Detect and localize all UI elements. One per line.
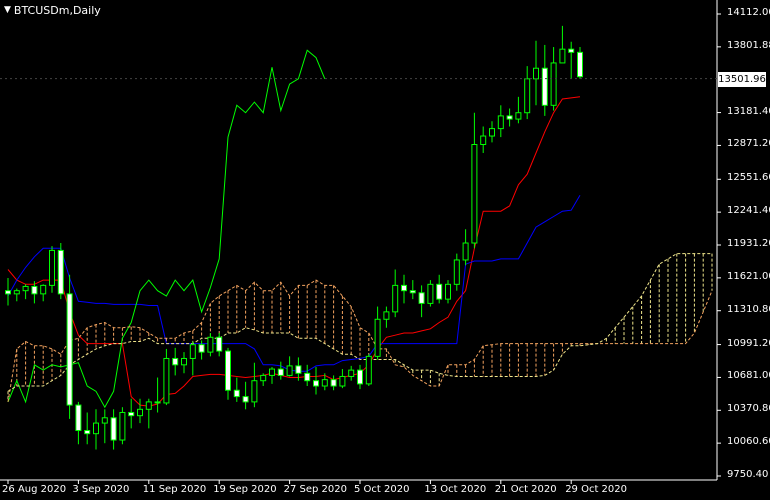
candle-body — [22, 285, 29, 292]
candle-body — [119, 411, 126, 441]
price-tick-label: 13801.88 — [727, 39, 770, 51]
candle-body — [577, 51, 583, 78]
candle-body — [128, 411, 135, 417]
price-chart[interactable] — [0, 0, 770, 500]
candle-body — [568, 48, 575, 53]
candle-body — [75, 404, 82, 431]
time-tick-label: 19 Sep 2020 — [213, 484, 277, 495]
candle-body — [506, 115, 513, 120]
candle-body — [13, 290, 20, 295]
candle-body — [330, 379, 337, 387]
candle-body — [462, 242, 469, 261]
candle-body — [339, 375, 346, 387]
candle-body — [84, 429, 91, 435]
price-tick-label: 10060.60 — [727, 436, 770, 448]
candle-body — [163, 357, 170, 404]
candle-body — [31, 285, 38, 295]
candle-body — [40, 284, 47, 295]
price-tick-label: 12871.20 — [727, 138, 770, 150]
candle-body — [172, 357, 179, 366]
price-tick-label: 10681.00 — [727, 370, 770, 382]
candle-body — [49, 249, 55, 286]
candle-body — [198, 344, 205, 353]
price-tick-label: 10991.20 — [727, 337, 770, 349]
price-tick-label: 11310.80 — [727, 303, 770, 315]
candle-body — [216, 336, 223, 352]
candle-body — [418, 292, 425, 304]
candle-body — [533, 67, 539, 80]
candle-body — [383, 311, 390, 320]
candle-body — [260, 374, 267, 382]
time-tick-label: 27 Sep 2020 — [283, 484, 347, 495]
candle-body — [409, 290, 416, 294]
candle-body — [295, 365, 302, 374]
candle-body — [189, 344, 196, 359]
candle-body — [286, 365, 293, 376]
current-price-tag: 13501.96 — [718, 72, 766, 87]
candle-body — [524, 78, 531, 114]
price-tick-label: 12551.60 — [727, 172, 770, 184]
candle-body — [471, 143, 478, 244]
candle-body — [251, 380, 258, 403]
time-tick-label: 29 Oct 2020 — [565, 484, 628, 495]
candle-body — [445, 283, 451, 300]
time-tick-label: 3 Sep 2020 — [72, 484, 130, 495]
candle-body — [550, 62, 557, 106]
candle-body — [427, 283, 434, 304]
candle-body — [392, 284, 399, 313]
price-tick-label: 11931.20 — [727, 238, 770, 249]
price-tick-label: 11621.00 — [727, 270, 770, 282]
candle-body — [304, 372, 311, 382]
candle-body — [313, 380, 319, 387]
candle-body — [348, 369, 355, 377]
price-tick-label: 13181.40 — [727, 105, 770, 117]
candle-body — [154, 401, 161, 404]
time-tick-label: 26 Aug 2020 — [2, 484, 67, 495]
candle-body — [277, 368, 284, 376]
candle-body — [242, 396, 249, 403]
triangle-down-icon[interactable]: ▼ — [4, 5, 11, 16]
candle-body — [110, 417, 117, 441]
candle-body — [321, 379, 328, 387]
time-tick-label: 21 Oct 2020 — [494, 484, 557, 495]
price-tick-label: 10370.80 — [727, 403, 770, 415]
candle-body — [541, 67, 548, 106]
candle-body — [233, 389, 240, 398]
candle-body — [93, 422, 99, 435]
chart-window[interactable]: { "window": { "title": "BTCUSDm,Daily" }… — [0, 0, 770, 500]
candle-body — [269, 368, 275, 376]
price-tick-label: 14112.00 — [727, 7, 770, 18]
candle-body — [559, 48, 566, 64]
time-tick-label: 13 Oct 2020 — [424, 484, 487, 495]
symbol-label: BTCUSDm,Daily — [13, 4, 101, 17]
candle-body — [515, 112, 522, 120]
candle-body — [181, 357, 187, 366]
candle-body — [101, 417, 108, 424]
candle-body — [436, 283, 443, 300]
price-tick-label: 9750.40 — [727, 469, 769, 480]
candle-body — [145, 401, 152, 410]
candle-body — [365, 355, 372, 385]
candle-body — [357, 369, 363, 385]
candle-body — [137, 408, 143, 417]
candle-body — [480, 135, 487, 145]
candle-body — [489, 128, 495, 137]
time-tick-label: 5 Oct 2020 — [354, 484, 410, 495]
price-tick-label: 12241.40 — [727, 205, 770, 217]
candle-body — [57, 249, 64, 295]
candle-body — [5, 290, 11, 295]
candle-body — [453, 259, 460, 285]
candle-body — [401, 284, 407, 292]
symbol-title[interactable]: ▼ BTCUSDm,Daily — [4, 4, 101, 17]
candle-body — [497, 115, 504, 130]
candle-body — [207, 336, 214, 353]
candle-body — [374, 318, 381, 357]
candle-body — [66, 293, 73, 406]
candle-body — [225, 350, 231, 391]
time-tick-label: 11 Sep 2020 — [142, 484, 207, 495]
